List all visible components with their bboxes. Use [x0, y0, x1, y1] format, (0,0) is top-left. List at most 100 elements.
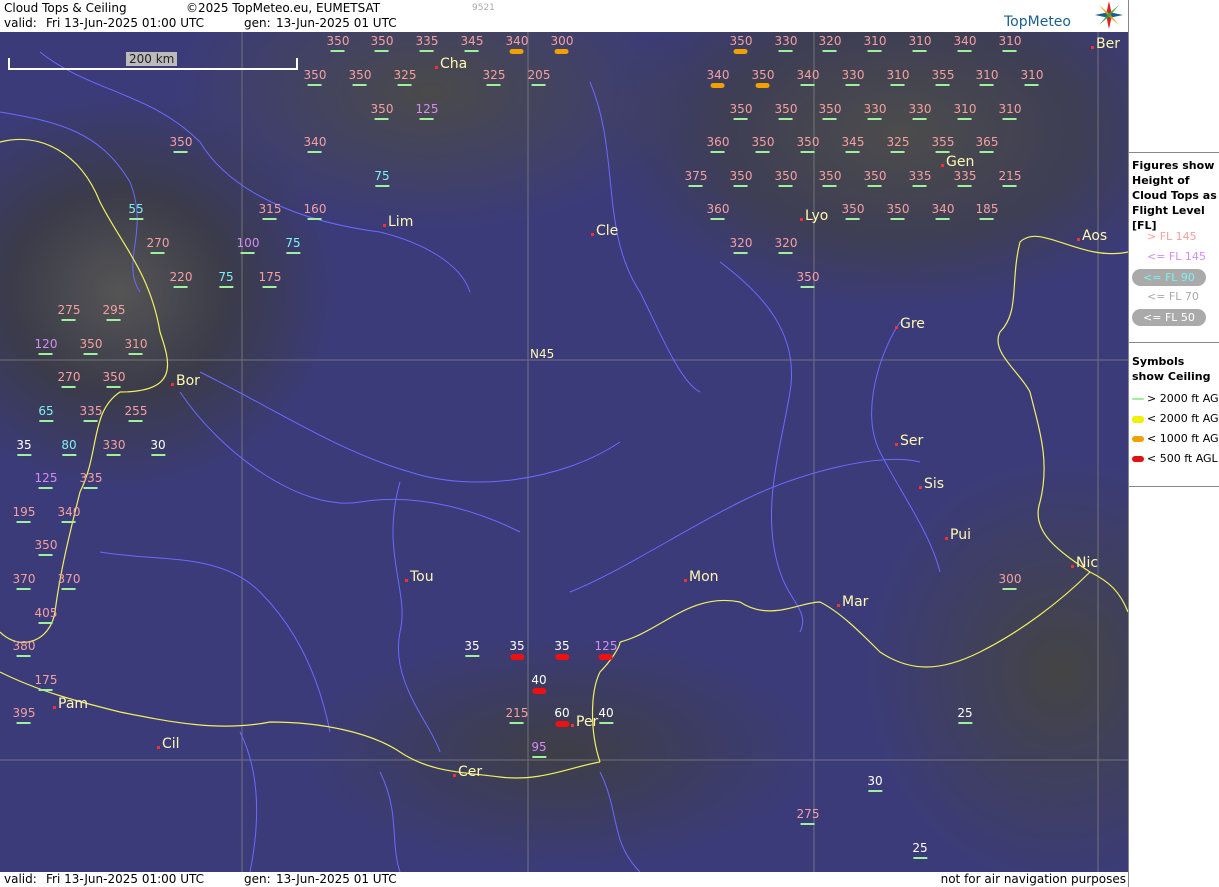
flight-level-value: 80 [61, 438, 77, 456]
city-name: Cil [162, 736, 180, 752]
flight-level-value: 35 [509, 639, 525, 660]
flight-level-value: 275 [796, 807, 820, 825]
flight-level-value: 75 [374, 169, 390, 187]
flight-level-value: 335 [908, 169, 932, 187]
city-marker [435, 66, 438, 69]
legend-item-label: < 1000 ft AGL [1147, 432, 1219, 445]
flight-level-value: 350 [863, 169, 887, 187]
flight-level-value: 325 [393, 68, 417, 86]
flight-level-value: 325 [886, 135, 910, 153]
city-name: Gre [900, 316, 925, 332]
flight-level-value: 370 [57, 572, 81, 590]
city-label: Tou [405, 569, 434, 585]
flight-level-value: 310 [908, 34, 932, 52]
flight-level-value: 310 [886, 68, 910, 86]
flight-level-value: 335 [415, 34, 439, 52]
flight-level-value: 350 [774, 102, 798, 120]
flight-level-value: 75 [218, 270, 234, 288]
city-name: Aos [1082, 228, 1108, 244]
flight-level-value: 205 [527, 68, 551, 86]
flight-level-value: 300 [998, 572, 1022, 590]
flight-level-value: 315 [258, 202, 282, 220]
figures-legend-title: Figures show Height of Cloud Tops as Fli… [1132, 159, 1217, 232]
flight-level-value: 350 [102, 370, 126, 388]
flight-level-value: 325 [482, 68, 506, 86]
legend-item-ceiling: < 500 ft AGL [1132, 452, 1218, 465]
chart-title: Cloud Tops & Ceiling [4, 1, 127, 15]
city-name: Lyo [805, 208, 829, 224]
flight-level-value: 40 [531, 673, 547, 694]
ceiling-symbol-icon [1132, 398, 1144, 400]
city-name: Ser [900, 433, 924, 449]
city-name: Cer [458, 764, 483, 780]
flight-level-value: 350 [326, 34, 350, 52]
flight-level-value: 255 [124, 404, 148, 422]
flight-level-value: 350 [841, 202, 865, 220]
city-marker [919, 486, 922, 489]
flight-level-value: 330 [774, 34, 798, 52]
city-label: Gre [895, 316, 925, 332]
disclaimer: not for air navigation purposes [940, 872, 1126, 886]
flight-level-value: 335 [79, 471, 103, 489]
flight-level-value: 350 [303, 68, 327, 86]
legend-item-ceiling: < 1000 ft AGL [1132, 432, 1219, 445]
city-marker [171, 383, 174, 386]
flight-level-value: 340 [57, 505, 81, 523]
flight-level-value: 310 [124, 337, 148, 355]
city-name: Nic [1076, 555, 1099, 571]
valid-time: Fri 13-Jun-2025 01:00 UTC [46, 872, 204, 886]
flight-level-value: 30 [867, 774, 883, 792]
city-marker [53, 706, 56, 709]
flight-level-value: 350 [169, 135, 193, 153]
valid-time: Fri 13-Jun-2025 01:00 UTC [46, 16, 204, 30]
flight-level-value: 330 [908, 102, 932, 120]
city-label: Ber [1091, 36, 1120, 52]
flight-level-value: 310 [998, 34, 1022, 52]
flight-level-value: 310 [953, 102, 977, 120]
valid-label: valid: [4, 16, 37, 30]
legend-item-fl: <= FL 50 [1132, 309, 1206, 326]
flight-level-value: 220 [169, 270, 193, 288]
legend-item-fl: <= FL 70 [1147, 290, 1199, 303]
flight-level-value: 120 [34, 337, 58, 355]
satellite-map[interactable]: 200 km N45 Cha Ber Gen Lim Cle Lyo Aos Gre Bor Se… [0, 32, 1128, 872]
gen-label: gen: [244, 872, 271, 886]
flight-level-value: 345 [460, 34, 484, 52]
flight-level-value: 195 [12, 505, 36, 523]
flight-level-value: 340 [931, 202, 955, 220]
flight-level-value: 350 [370, 102, 394, 120]
city-label: Lim [383, 214, 413, 230]
city-marker [1091, 46, 1094, 49]
flight-level-value: 60 [554, 706, 570, 727]
gen-time: 13-Jun-2025 01 UTC [276, 16, 397, 30]
flight-level-value: 370 [12, 572, 36, 590]
city-label: Cle [591, 223, 618, 239]
compass-icon [1095, 1, 1123, 29]
legend-item-ceiling: > 2000 ft AGL [1132, 392, 1219, 405]
city-marker [383, 224, 386, 227]
flight-level-value: 275 [57, 303, 81, 321]
city-name: Per [576, 714, 599, 730]
flight-level-value: 350 [348, 68, 372, 86]
symbols-legend-title: Symbols show Ceiling [1132, 355, 1211, 383]
flight-level-value: 75 [285, 236, 301, 254]
flight-level-value: 320 [818, 34, 842, 52]
legend-divider [1129, 342, 1219, 343]
flight-level-value: 320 [729, 236, 753, 254]
city-label: Cil [157, 736, 180, 752]
flight-level-value: 300 [550, 34, 574, 54]
flight-level-value: 365 [975, 135, 999, 153]
flight-level-value: 350 [886, 202, 910, 220]
flight-level-value: 320 [774, 236, 798, 254]
flight-level-value: 405 [34, 606, 58, 624]
ceiling-symbol-icon [1132, 415, 1144, 423]
city-label: Mar [837, 594, 868, 610]
flight-level-value: 55 [128, 202, 144, 220]
flight-level-value: 360 [706, 202, 730, 220]
flight-level-value: 350 [729, 102, 753, 120]
city-name: Gen [946, 154, 975, 170]
city-label: Cer [453, 764, 483, 780]
flight-level-value: 350 [729, 34, 753, 54]
flight-level-value: 350 [796, 135, 820, 153]
topmeteo-logo[interactable]: TopMeteo [1004, 1, 1124, 30]
